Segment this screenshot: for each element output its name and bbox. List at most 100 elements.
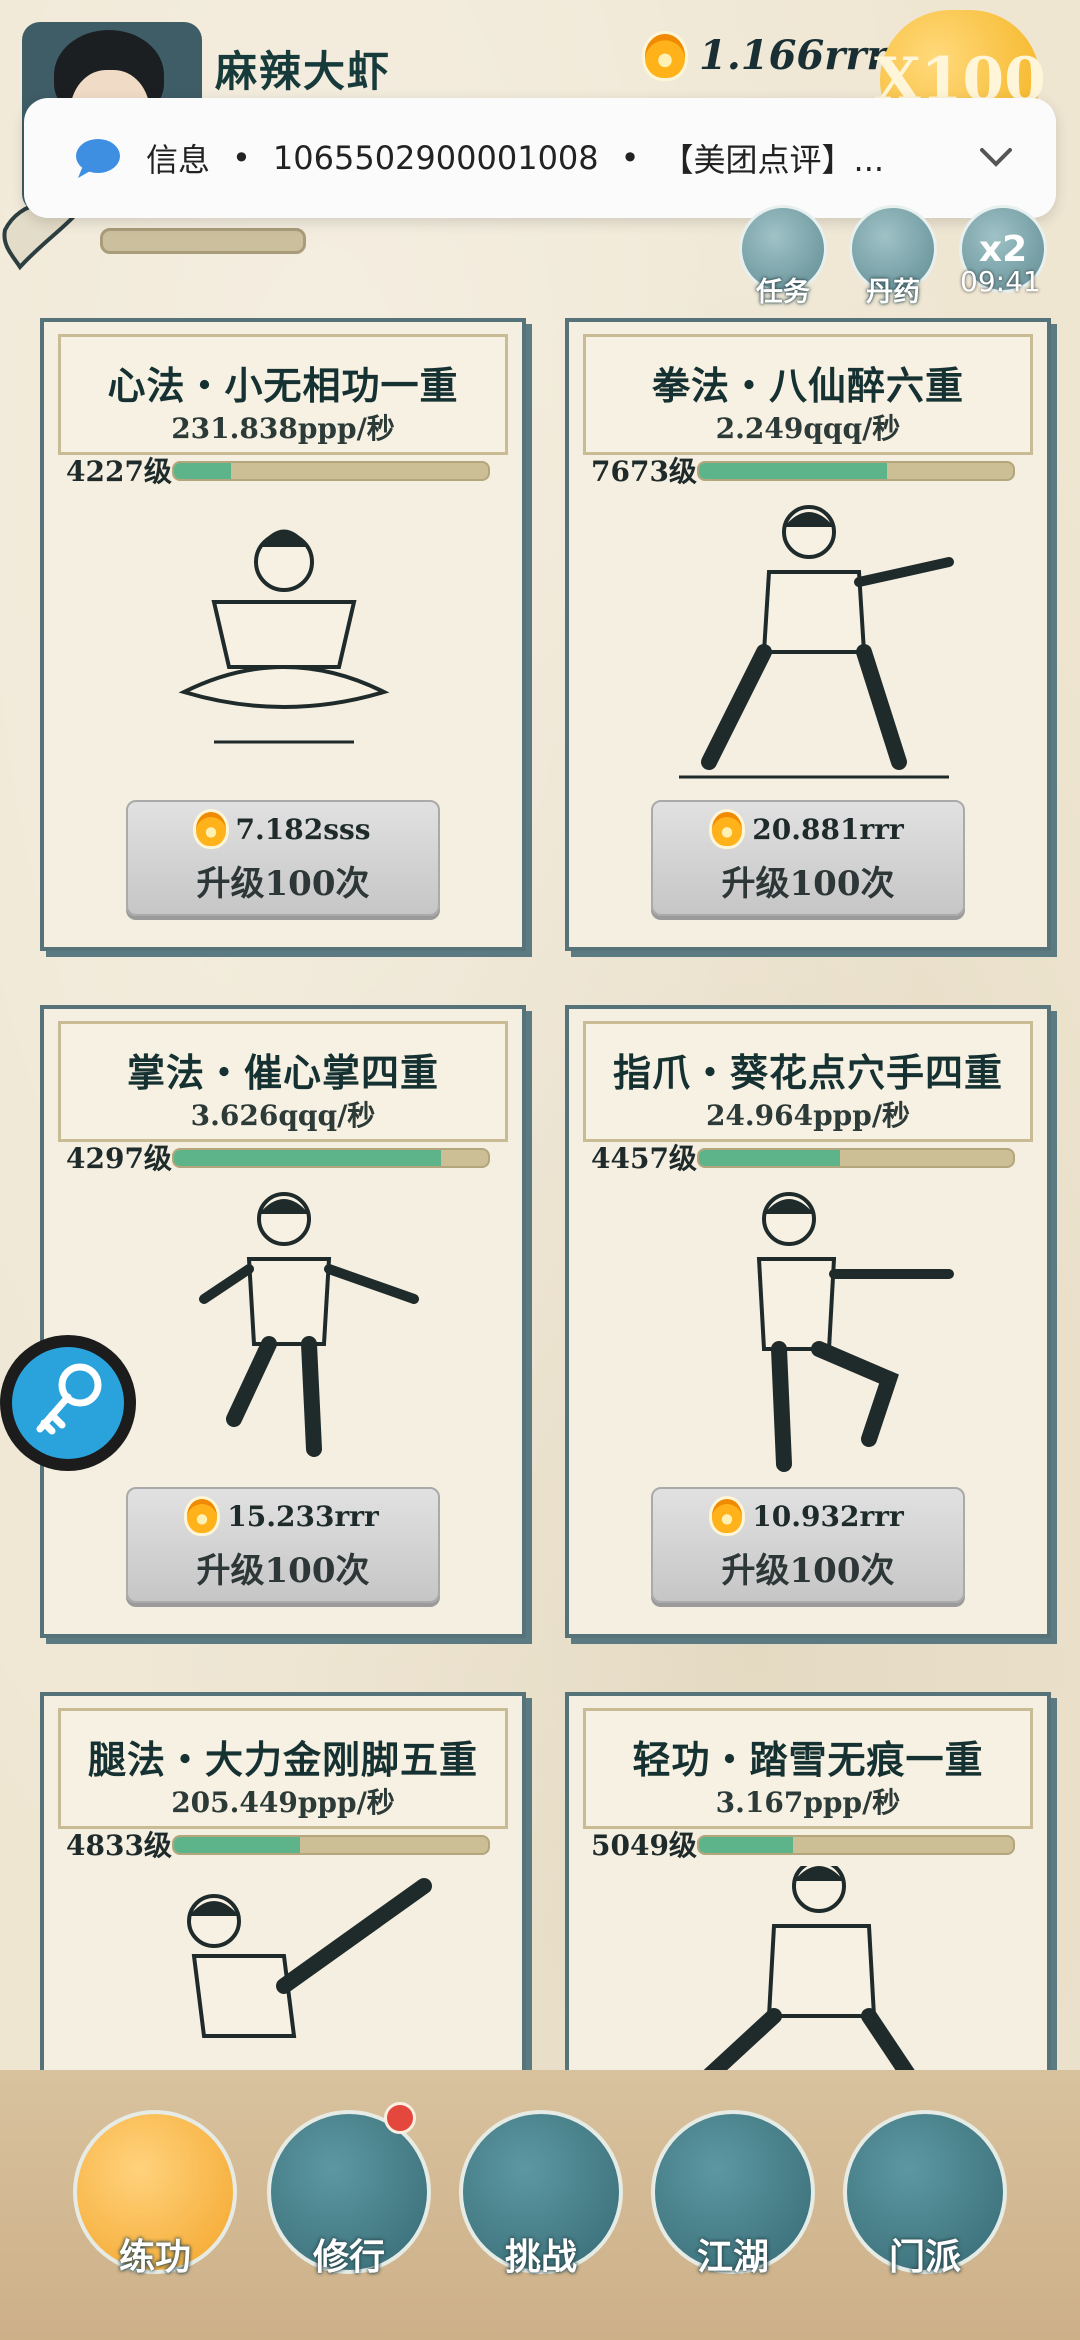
- flame-coin-icon: [712, 812, 743, 846]
- currency-value: 1.166rrr: [699, 32, 888, 79]
- nav-challenge[interactable]: 挑战: [456, 2110, 626, 2290]
- running-figure-illustration: [701, 1866, 917, 2074]
- title-plate: 腿法・大力金刚脚五重 205.449ppp/秒: [58, 1708, 508, 1829]
- chat-bubble-icon: [76, 139, 120, 178]
- cost-row: 10.932rrr: [653, 1499, 963, 1533]
- fighter-stance-illustration: [679, 505, 954, 779]
- skill-card[interactable]: 指爪・葵花点穴手四重 24.964ppp/秒 4457级 10.932rrr 升…: [565, 1005, 1051, 1638]
- bottom-navigation: 练功 修行 挑战 江湖 门派: [0, 2070, 1080, 2340]
- nav-jianghu[interactable]: 江湖: [648, 2110, 818, 2290]
- upgrade-cost: 7.182sss: [235, 812, 371, 846]
- skill-title: 轻功・踏雪无痕一重: [632, 1737, 984, 1782]
- skill-level: 4227级: [66, 455, 172, 488]
- exp-bar: [100, 228, 306, 254]
- upgrade-label: 升级100次: [721, 864, 895, 904]
- skill-title: 心法・小无相功一重: [107, 363, 459, 408]
- level-progress-bar: [697, 461, 1015, 481]
- skill-title: 拳法・八仙醉六重: [651, 363, 964, 408]
- pill-button[interactable]: 丹药: [845, 205, 941, 308]
- title-plate: 心法・小无相功一重 231.838ppp/秒: [58, 334, 508, 455]
- player-name: 麻辣大虾: [215, 47, 392, 96]
- flame-coin-icon: [712, 1499, 743, 1533]
- time-label: 09:41: [960, 265, 1041, 298]
- palm-strike-figure-illustration: [199, 1192, 419, 1457]
- skill-rate: 2.249qqq/秒: [715, 412, 901, 445]
- pill-label: 丹药: [866, 277, 920, 308]
- title-plate: 轻功・踏雪无痕一重 3.167ppp/秒: [583, 1708, 1033, 1829]
- notification-separator: •: [620, 139, 640, 177]
- upgrade-label: 升级100次: [721, 1551, 895, 1591]
- notification-banner[interactable]: 信息 • 1065502900001008 • 【美团点评】...: [24, 98, 1056, 218]
- nav-label: 修行: [312, 2236, 385, 2278]
- skill-title: 掌法・催心掌四重: [126, 1050, 439, 1095]
- skill-title: 腿法・大力金刚脚五重: [87, 1737, 478, 1782]
- kick-figure-illustration: [187, 1878, 432, 2038]
- key-icon: [12, 1347, 124, 1459]
- cost-row: 20.881rrr: [653, 812, 963, 846]
- skill-level: 4457级: [591, 1142, 697, 1175]
- meditating-figure-illustration: [178, 529, 390, 744]
- flame-coin-icon: [187, 1499, 218, 1533]
- upgrade-button[interactable]: 7.182sss 升级100次: [126, 800, 440, 916]
- nav-label: 门派: [888, 2236, 961, 2278]
- nav-practice[interactable]: 练功: [70, 2110, 240, 2290]
- upgrade-label: 升级100次: [196, 864, 370, 904]
- upgrade-label: 升级100次: [196, 1551, 370, 1591]
- cost-row: 7.182sss: [128, 812, 438, 846]
- skill-level: 4833级: [66, 1829, 172, 1862]
- title-plate: 指爪・葵花点穴手四重 24.964ppp/秒: [583, 1021, 1033, 1142]
- skill-rate: 231.838ppp/秒: [171, 412, 395, 445]
- skill-card[interactable]: 轻功・踏雪无痕一重 3.167ppp/秒 5049级: [565, 1692, 1051, 2078]
- flame-coin-icon: [645, 33, 685, 78]
- title-plate: 掌法・催心掌四重 3.626qqq/秒: [58, 1021, 508, 1142]
- notification-app: 信息: [146, 141, 211, 179]
- upgrade-button[interactable]: 10.932rrr 升级100次: [651, 1487, 965, 1603]
- skill-level: 5049级: [591, 1829, 697, 1862]
- level-progress-fill: [699, 1837, 794, 1853]
- task-button[interactable]: 任务: [735, 205, 831, 308]
- title-plate: 拳法・八仙醉六重 2.249qqq/秒: [583, 334, 1033, 455]
- finger-strike-figure-illustration: [756, 1192, 954, 1472]
- nav-label: 挑战: [504, 2236, 577, 2278]
- level-progress-bar: [172, 1835, 490, 1855]
- speed-label: x2: [978, 228, 1028, 270]
- upgrade-button[interactable]: 15.233rrr 升级100次: [126, 1487, 440, 1603]
- nav-cultivation[interactable]: 修行: [264, 2102, 434, 2290]
- level-progress-bar: [697, 1835, 1015, 1855]
- skill-level: 7673级: [591, 455, 697, 488]
- notification-separator: •: [232, 139, 251, 177]
- upgrade-cost: 15.233rrr: [227, 1499, 379, 1533]
- skill-level: 4297级: [66, 1142, 172, 1175]
- level-progress-fill: [699, 1150, 841, 1166]
- level-progress-fill: [174, 1150, 441, 1166]
- skill-card[interactable]: 腿法・大力金刚脚五重 205.449ppp/秒 4833级: [40, 1692, 526, 2078]
- upgrade-cost: 20.881rrr: [752, 812, 904, 846]
- upgrade-cost: 10.932rrr: [752, 1499, 904, 1533]
- task-label: 任务: [756, 277, 810, 308]
- notification-sender: 1065502900001008: [272, 139, 599, 177]
- skill-card[interactable]: 掌法・催心掌四重 3.626qqq/秒 4297级 15.233rrr 升级10…: [40, 1005, 526, 1638]
- level-progress-bar: [697, 1148, 1015, 1168]
- chevron-down-icon[interactable]: [976, 138, 1016, 178]
- skill-title: 指爪・葵花点穴手四重: [612, 1050, 1003, 1095]
- flame-coin-icon: [195, 812, 226, 846]
- nav-label: 江湖: [696, 2236, 769, 2278]
- skill-rate: 3.167ppp/秒: [715, 1786, 901, 1819]
- key-floating-button[interactable]: [0, 1335, 136, 1471]
- level-progress-bar: [172, 1148, 490, 1168]
- level-progress-fill: [699, 463, 888, 479]
- skill-rate: 24.964ppp/秒: [705, 1099, 911, 1132]
- level-progress-fill: [174, 463, 231, 479]
- skill-rate: 3.626qqq/秒: [190, 1099, 376, 1132]
- level-progress-bar: [172, 461, 490, 481]
- cost-row: 15.233rrr: [128, 1499, 438, 1533]
- currency-display: 1.166rrr: [645, 32, 887, 79]
- skill-card[interactable]: 拳法・八仙醉六重 2.249qqq/秒 7673级 20.881rrr 升级10…: [565, 318, 1051, 951]
- nav-label: 练功: [118, 2236, 191, 2278]
- nav-sect[interactable]: 门派: [840, 2110, 1010, 2290]
- level-progress-fill: [174, 1837, 300, 1853]
- notification-preview: 【美团点评】...: [661, 141, 885, 179]
- skill-card[interactable]: 心法・小无相功一重 231.838ppp/秒 4227级 7.182sss 升级…: [40, 318, 526, 951]
- upgrade-button[interactable]: 20.881rrr 升级100次: [651, 800, 965, 916]
- skill-rate: 205.449ppp/秒: [171, 1786, 395, 1819]
